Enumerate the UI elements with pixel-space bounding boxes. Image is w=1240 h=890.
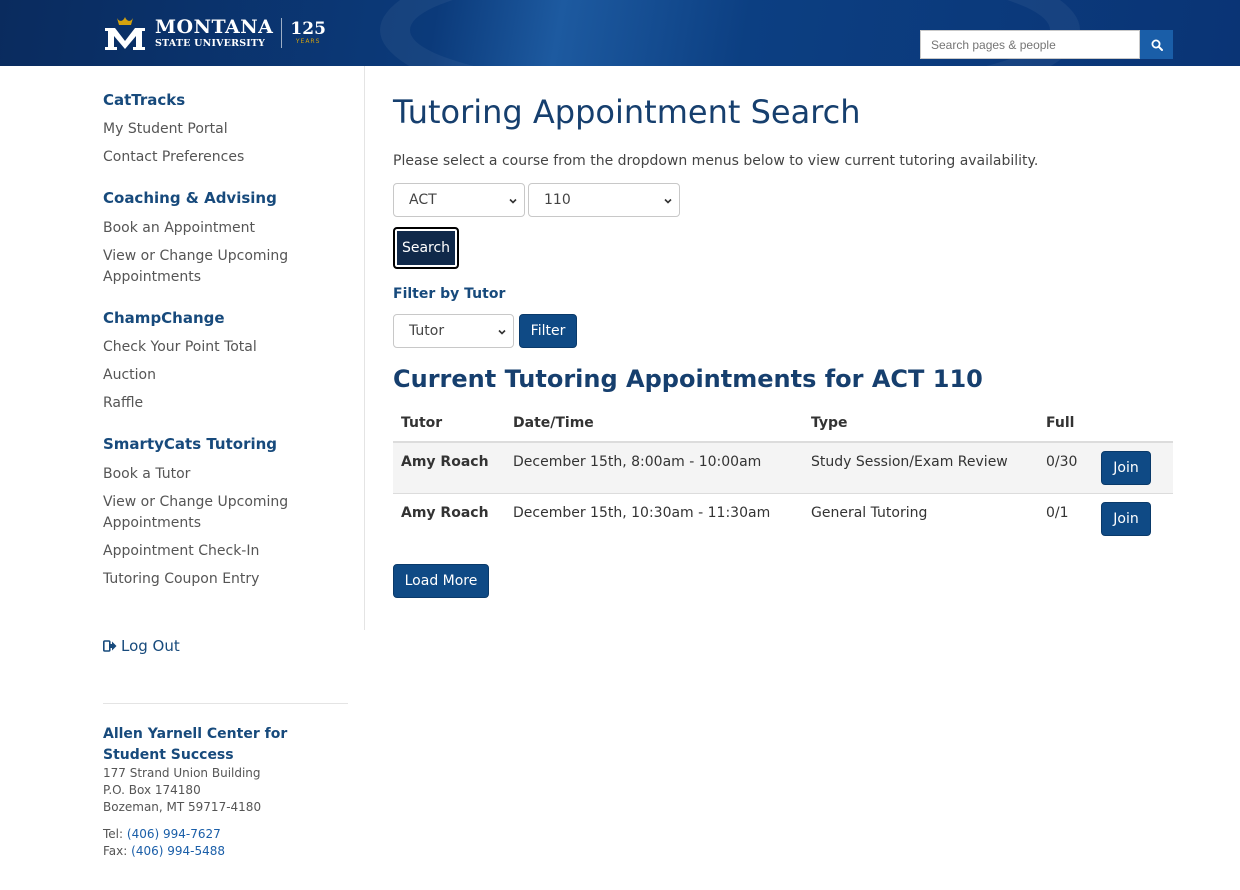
- row-datetime: December 15th, 10:30am - 11:30am: [513, 505, 771, 521]
- row-datetime: December 15th, 8:00am - 10:00am: [513, 454, 762, 470]
- site-search-input[interactable]: Search pages & people: [920, 30, 1140, 59]
- telephone-link[interactable]: (406) 994-7627: [127, 827, 221, 841]
- sidebar-link-book-tutor[interactable]: Book a Tutor: [103, 464, 343, 485]
- logo-anniversary-number: 125: [290, 19, 326, 39]
- row-full: 0/1: [1046, 505, 1069, 521]
- subject-select[interactable]: ACT: [393, 183, 525, 217]
- logo-text-montana: MONTANA: [155, 15, 274, 38]
- site-search-button[interactable]: [1140, 30, 1173, 59]
- filter-by-tutor-label: Filter by Tutor: [393, 286, 506, 302]
- sidebar-link-tutoring-coupon-entry[interactable]: Tutoring Coupon Entry: [103, 569, 343, 590]
- msu-logo[interactable]: MONTANA STATE UNIVERSITY 125 YEARS: [103, 14, 326, 52]
- table-row: Amy Roach December 15th, 8:00am - 10:00a…: [393, 443, 1173, 494]
- row-type: Study Session/Exam Review: [811, 454, 1008, 470]
- fax-link[interactable]: (406) 994-5488: [131, 844, 225, 858]
- address-line-1: 177 Strand Union Building: [103, 766, 261, 780]
- center-name: Allen Yarnell Center for Student Success: [103, 726, 288, 763]
- row-type: General Tutoring: [811, 505, 928, 521]
- fax-label: Fax:: [103, 844, 128, 858]
- sign-out-icon: [103, 640, 117, 652]
- logout-link[interactable]: Log Out: [103, 637, 180, 655]
- chevron-down-icon: [498, 329, 506, 335]
- sidebar-link-check-point-total[interactable]: Check Your Point Total: [103, 337, 343, 358]
- address-line-2: P.O. Box 174180: [103, 783, 201, 797]
- sidebar-heading-smartycats-tutoring[interactable]: SmartyCats Tutoring: [103, 435, 277, 453]
- logo-divider: [281, 18, 283, 48]
- course-number-select[interactable]: 110: [528, 183, 680, 217]
- page-title: Tutoring Appointment Search: [393, 93, 861, 131]
- row-full: 0/30: [1046, 454, 1078, 470]
- sidebar-link-view-change-tutoring-appointments[interactable]: View or Change Upcoming Appointments: [103, 492, 343, 534]
- sidebar-heading-champchange[interactable]: ChampChange: [103, 309, 225, 327]
- join-button[interactable]: Join: [1101, 502, 1151, 536]
- logout-label: Log Out: [121, 637, 180, 655]
- load-more-button[interactable]: Load More: [393, 564, 489, 598]
- filter-button[interactable]: Filter: [519, 314, 577, 348]
- telephone-line: Tel: (406) 994-7627: [103, 827, 221, 841]
- sidebar-link-appointment-check-in[interactable]: Appointment Check-In: [103, 541, 343, 562]
- site-header: MONTANA STATE UNIVERSITY 125 YEARS Searc…: [0, 0, 1240, 66]
- sidebar-link-my-student-portal[interactable]: My Student Portal: [103, 119, 343, 140]
- sidebar-heading-cattracks[interactable]: CatTracks: [103, 91, 185, 109]
- sidebar-divider: [103, 703, 348, 704]
- sidebar-link-book-appointment[interactable]: Book an Appointment: [103, 218, 343, 239]
- msu-m-logo-icon: [105, 17, 145, 50]
- row-tutor: Amy Roach: [401, 505, 489, 521]
- fax-line: Fax: (406) 994-5488: [103, 844, 225, 858]
- sidebar-link-view-change-appointments[interactable]: View or Change Upcoming Appointments: [103, 246, 343, 288]
- tutor-select-value: Tutor: [409, 323, 445, 339]
- subject-select-value: ACT: [409, 192, 437, 208]
- table-row: Amy Roach December 15th, 10:30am - 11:30…: [393, 494, 1173, 545]
- column-header-full: Full: [1046, 415, 1075, 431]
- column-header-datetime: Date/Time: [513, 415, 594, 431]
- join-button[interactable]: Join: [1101, 451, 1151, 485]
- chevron-down-icon: [664, 198, 672, 204]
- tutor-select[interactable]: Tutor: [393, 314, 514, 348]
- sidebar-heading-coaching-advising[interactable]: Coaching & Advising: [103, 189, 277, 207]
- telephone-label: Tel:: [103, 827, 124, 841]
- sidebar-link-contact-preferences[interactable]: Contact Preferences: [103, 147, 343, 168]
- row-tutor: Amy Roach: [401, 454, 489, 470]
- logo-text-state-university: STATE UNIVERSITY: [155, 37, 266, 49]
- column-header-tutor: Tutor: [401, 415, 443, 431]
- intro-text: Please select a course from the dropdown…: [393, 153, 1039, 169]
- column-header-type: Type: [811, 415, 848, 431]
- sidebar-link-raffle[interactable]: Raffle: [103, 393, 343, 414]
- address-line-3: Bozeman, MT 59717-4180: [103, 800, 262, 814]
- chevron-down-icon: [509, 198, 517, 204]
- results-title: Current Tutoring Appointments for ACT 11…: [393, 365, 983, 393]
- search-icon: [1151, 39, 1163, 51]
- course-select-value: 110: [544, 192, 571, 208]
- search-button[interactable]: Search: [393, 227, 459, 269]
- sidebar-link-auction[interactable]: Auction: [103, 365, 343, 386]
- logo-anniversary-years: YEARS: [295, 38, 321, 45]
